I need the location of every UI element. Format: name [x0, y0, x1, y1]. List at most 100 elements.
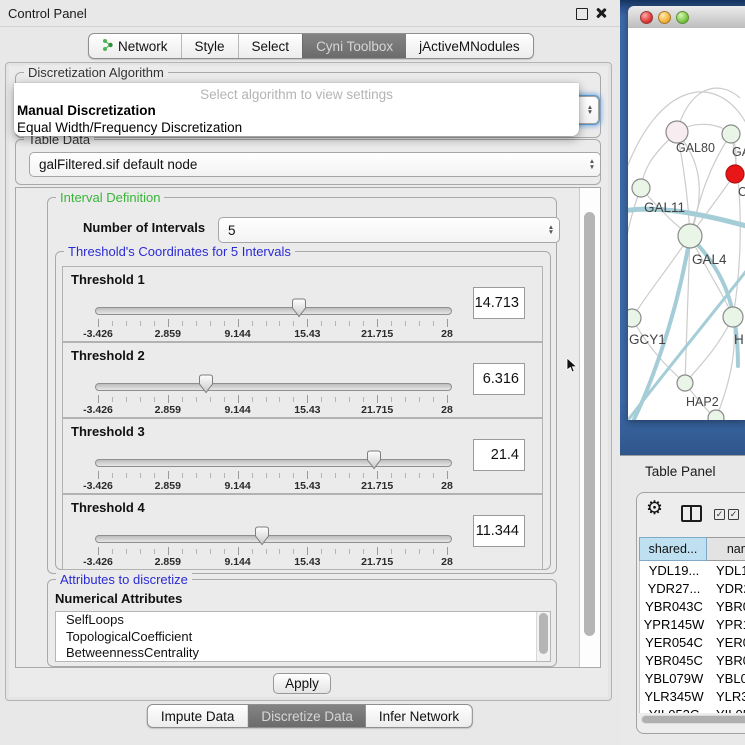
threshold-panel: Threshold 2-3.4262.8599.14415.4321.71528…	[62, 342, 543, 418]
split-columns-icon[interactable]	[681, 505, 702, 522]
panel-tab-bar: NetworkStyleSelectCyni Toolbox jActiveMNo…	[88, 33, 534, 59]
network-node[interactable]	[723, 307, 743, 327]
slider-tick	[196, 549, 197, 554]
table-cell[interactable]: YER054C	[640, 633, 708, 651]
threshold-value-field[interactable]: 6.316	[473, 363, 525, 395]
table-row[interactable]: YBL079WYBL079W	[640, 669, 745, 687]
control-panel-titlebar: Control Panel	[0, 0, 620, 27]
threshold-slider[interactable]: -3.4262.8599.14415.4321.71528	[63, 419, 542, 493]
tab-network[interactable]: Network	[89, 34, 181, 58]
algorithm-option[interactable]: Manual Discretization	[14, 102, 579, 119]
algorithm-option[interactable]: Equal Width/Frequency Discretization	[14, 119, 579, 136]
slider-tick	[363, 397, 364, 402]
slider-thumb[interactable]	[366, 450, 382, 475]
table-row[interactable]: YER054CYER054C	[640, 633, 745, 651]
threshold-slider[interactable]: -3.4262.8599.14415.4321.71528	[63, 267, 542, 341]
table-cell[interactable]: YDR27	[708, 579, 745, 597]
attribute-list-item[interactable]: TopologicalCoefficient	[56, 629, 550, 646]
tab-impute-data[interactable]: Impute Data	[148, 705, 248, 727]
tab-style[interactable]: Style	[181, 34, 238, 58]
settings-scrollbar[interactable]	[579, 188, 600, 667]
network-node[interactable]	[678, 224, 702, 248]
network-node[interactable]	[722, 125, 740, 143]
apply-button[interactable]: Apply	[273, 673, 331, 694]
table-cell[interactable]: YBR043C	[708, 597, 745, 615]
table-cell[interactable]: YPR145W	[640, 615, 708, 633]
table-cell[interactable]: YIL052C	[640, 705, 708, 713]
cyni-toolbox-panel: Discretization Algorithm ▲▼ Select algor…	[5, 62, 612, 701]
table-cell[interactable]: YBL079W	[640, 669, 708, 687]
attributes-group: Attributes to discretize Numerical Attri…	[47, 579, 557, 667]
close-icon[interactable]	[595, 7, 607, 19]
slider-tick	[154, 473, 155, 478]
tab-label: jActiveMNodules	[419, 39, 520, 54]
table-column-header[interactable]: name	[707, 537, 745, 561]
slider-tick	[154, 549, 155, 554]
network-node[interactable]	[632, 179, 650, 197]
threshold-value-field[interactable]: 21.4	[473, 439, 525, 471]
network-window[interactable]: GAL80GACGAL11GAL4GCY1HHAP2	[628, 6, 745, 420]
table-row[interactable]: YDL19...YDL19	[640, 561, 745, 579]
network-node[interactable]	[726, 165, 744, 183]
slider-thumb[interactable]	[291, 298, 307, 323]
slider-thumb[interactable]	[198, 374, 214, 399]
threshold-value-field[interactable]: 14.713	[473, 287, 525, 319]
checkbox-icon[interactable]	[728, 509, 739, 520]
thresholds-group: Threshold's Coordinates for 5 Intervals …	[55, 251, 551, 570]
checkbox-icon[interactable]	[714, 509, 725, 520]
table-cell[interactable]: YDR27...	[640, 579, 708, 597]
slider-thumb[interactable]	[254, 526, 270, 551]
table-row[interactable]: YPR145WYPR145W	[640, 615, 745, 633]
tab-jactivemnodules[interactable]: jActiveMNodules	[406, 34, 533, 58]
table-cell[interactable]: YLR345W	[708, 687, 745, 705]
window-minimize-icon[interactable]	[658, 11, 671, 24]
table-cell[interactable]: YBR045C	[708, 651, 745, 669]
table-column-header[interactable]: shared...	[639, 537, 707, 561]
table-cell[interactable]: YPR145W	[708, 615, 745, 633]
network-node[interactable]	[666, 121, 688, 143]
attribute-list-item[interactable]: SelfLoops	[56, 612, 550, 629]
network-node[interactable]	[628, 309, 641, 327]
slider-tick	[321, 549, 322, 554]
table-cell[interactable]: YLR345W	[640, 687, 708, 705]
tab-cyni-toolbox[interactable]: Cyni Toolbox	[302, 34, 406, 58]
table-row[interactable]: YDR27...YDR27	[640, 579, 745, 597]
slider-tick	[196, 397, 197, 402]
tab-infer-network[interactable]: Infer Network	[366, 705, 472, 727]
table-row[interactable]: YBR043CYBR043C	[640, 597, 745, 615]
gear-icon[interactable]: ⚙	[646, 497, 663, 520]
slider-tick	[252, 321, 253, 326]
attribute-list-item[interactable]: BetweennessCentrality	[56, 645, 550, 662]
tab-select[interactable]: Select	[238, 34, 303, 58]
table-row[interactable]: YBR045CYBR045C	[640, 651, 745, 669]
window-close-icon[interactable]	[640, 11, 653, 24]
threshold-slider[interactable]: -3.4262.8599.14415.4321.71528	[63, 343, 542, 417]
table-data-combo[interactable]: galFiltered.sif default node ▲▼	[29, 152, 601, 177]
tab-discretize-data[interactable]: Discretize Data	[247, 705, 366, 727]
threshold-value-field[interactable]: 11.344	[473, 515, 525, 547]
table-row[interactable]: YIL052CYIL052C	[640, 705, 745, 713]
slider-tick	[405, 321, 406, 326]
screen: Control Panel NetworkStyleSelectCyni Too…	[0, 0, 745, 745]
network-view[interactable]: GAL80GACGAL11GAL4GCY1HHAP2	[628, 28, 745, 420]
slider-tick	[279, 473, 280, 478]
window-zoom-icon[interactable]	[676, 11, 689, 24]
list-scrollbar[interactable]	[536, 612, 550, 661]
table-row[interactable]: YLR345WYLR345W	[640, 687, 745, 705]
slider-tick-label: 28	[412, 480, 482, 492]
slider-tick	[377, 547, 378, 555]
network-node[interactable]	[677, 375, 693, 391]
table-cell[interactable]: YER054C	[708, 633, 745, 651]
num-intervals-combo[interactable]: 5 ▲▼	[218, 217, 560, 243]
table-cell[interactable]: YBR045C	[640, 651, 708, 669]
table-cell[interactable]: YBR043C	[640, 597, 708, 615]
table-cell[interactable]: YIL052C	[708, 705, 745, 713]
table-cell[interactable]: YDL19...	[640, 561, 708, 579]
table-cell[interactable]: YDL19	[708, 561, 745, 579]
network-node[interactable]	[708, 410, 724, 420]
mouse-cursor	[566, 358, 578, 374]
threshold-slider[interactable]: -3.4262.8599.14415.4321.71528	[63, 495, 542, 569]
table-horizontal-scrollbar[interactable]	[641, 715, 745, 724]
table-cell[interactable]: YBL079W	[708, 669, 745, 687]
float-window-icon[interactable]	[576, 8, 588, 20]
